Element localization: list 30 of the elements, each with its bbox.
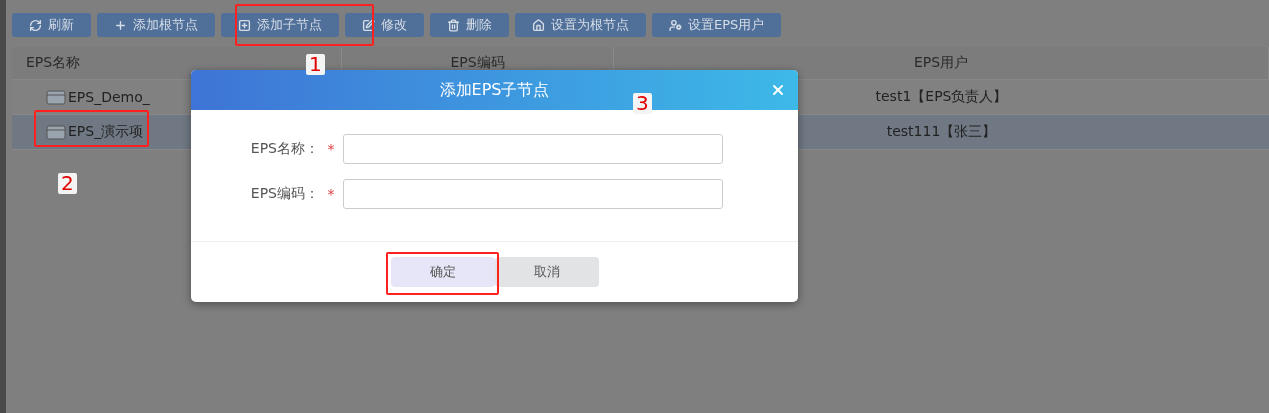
input-field[interactable] (343, 134, 723, 164)
close-icon (770, 82, 786, 98)
plus-icon (114, 18, 127, 32)
annotation-number: 2 (58, 173, 77, 194)
toolbar-button[interactable]: 添加子节点 (221, 13, 339, 37)
input-field[interactable] (343, 179, 723, 209)
confirm-button[interactable]: 确定 (390, 257, 495, 287)
toolbar-button[interactable]: 刷新 (12, 13, 91, 37)
node-name: EPS_演示项 (68, 123, 144, 141)
square-plus-icon (238, 18, 251, 32)
home-icon (532, 18, 545, 32)
close-button[interactable] (770, 82, 786, 98)
toolbar-button[interactable]: 添加根节点 (97, 13, 215, 37)
folder-icon (46, 124, 66, 140)
annotation-number: 3 (633, 93, 652, 114)
trash-icon (447, 18, 460, 32)
toolbar-button[interactable]: 设置为根节点 (515, 13, 646, 37)
required-mark: * (326, 186, 336, 202)
toolbar-button[interactable]: 删除 (430, 13, 509, 37)
dialog-title: 添加EPS子节点 (439, 79, 550, 101)
toolbar-button[interactable]: 修改 (345, 13, 424, 37)
toolbar-button[interactable]: 设置EPS用户 (652, 13, 782, 37)
user-gear-icon (669, 18, 682, 32)
field-label: EPS编码： (249, 185, 319, 203)
edit-icon (362, 18, 375, 32)
folder-icon (46, 89, 66, 105)
node-name: EPS_Demo_ (68, 89, 150, 105)
annotation-number: 1 (306, 54, 325, 75)
cancel-button[interactable]: 取消 (494, 257, 599, 287)
refresh-icon (29, 18, 42, 32)
